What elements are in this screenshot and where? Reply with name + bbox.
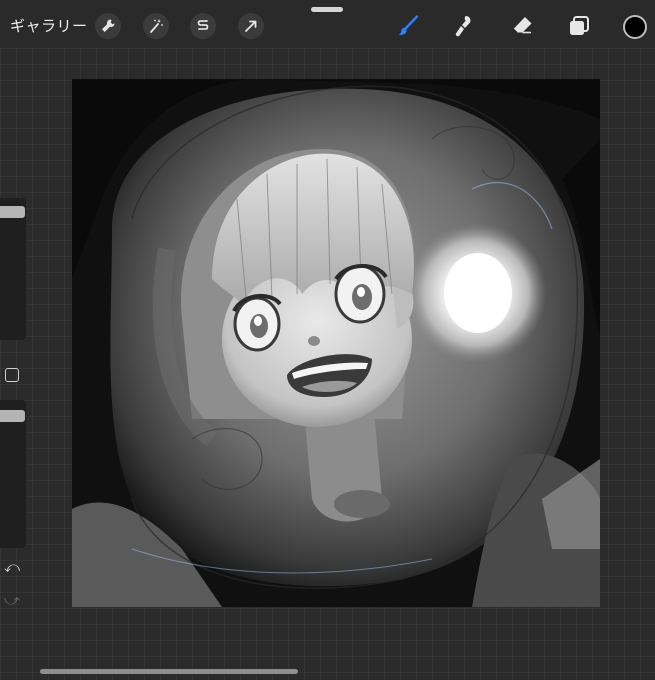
opacity-thumb[interactable] — [0, 410, 25, 422]
redo-button[interactable]: ⤻ — [4, 591, 20, 609]
adjustments-button[interactable] — [143, 13, 169, 39]
brush-icon — [398, 15, 419, 35]
transform-arrow-icon — [245, 20, 257, 32]
left-sidebar: ⤺ ⤻ — [0, 198, 28, 630]
actions-button[interactable] — [95, 13, 121, 39]
eraser-tool-button[interactable] — [508, 12, 536, 40]
selection-icon — [197, 20, 209, 30]
top-toolbar: ギャラリー — [0, 0, 655, 48]
horizontal-scrollbar[interactable] — [40, 669, 298, 674]
magic-wand-icon — [150, 19, 163, 33]
smudge-tool-button[interactable] — [450, 12, 478, 40]
brush-size-slider[interactable] — [0, 198, 26, 340]
wrench-icon — [102, 19, 115, 32]
layers-icon — [570, 16, 589, 35]
undo-button[interactable]: ⤺ — [4, 558, 20, 576]
artwork — [72, 79, 600, 607]
brush-size-thumb[interactable] — [0, 206, 25, 218]
opacity-slider[interactable] — [0, 400, 26, 548]
layers-button[interactable] — [565, 12, 593, 40]
color-swatch[interactable] — [623, 15, 647, 39]
gallery-button[interactable]: ギャラリー — [10, 15, 88, 36]
selection-button[interactable] — [190, 13, 216, 39]
eraser-icon — [513, 17, 532, 34]
paint-tool-button[interactable] — [394, 12, 422, 40]
transform-button[interactable] — [238, 13, 264, 39]
drag-handle[interactable] — [311, 7, 343, 12]
smudge-icon — [455, 16, 471, 37]
modify-button[interactable] — [5, 368, 19, 382]
drawing-canvas[interactable] — [72, 79, 600, 607]
